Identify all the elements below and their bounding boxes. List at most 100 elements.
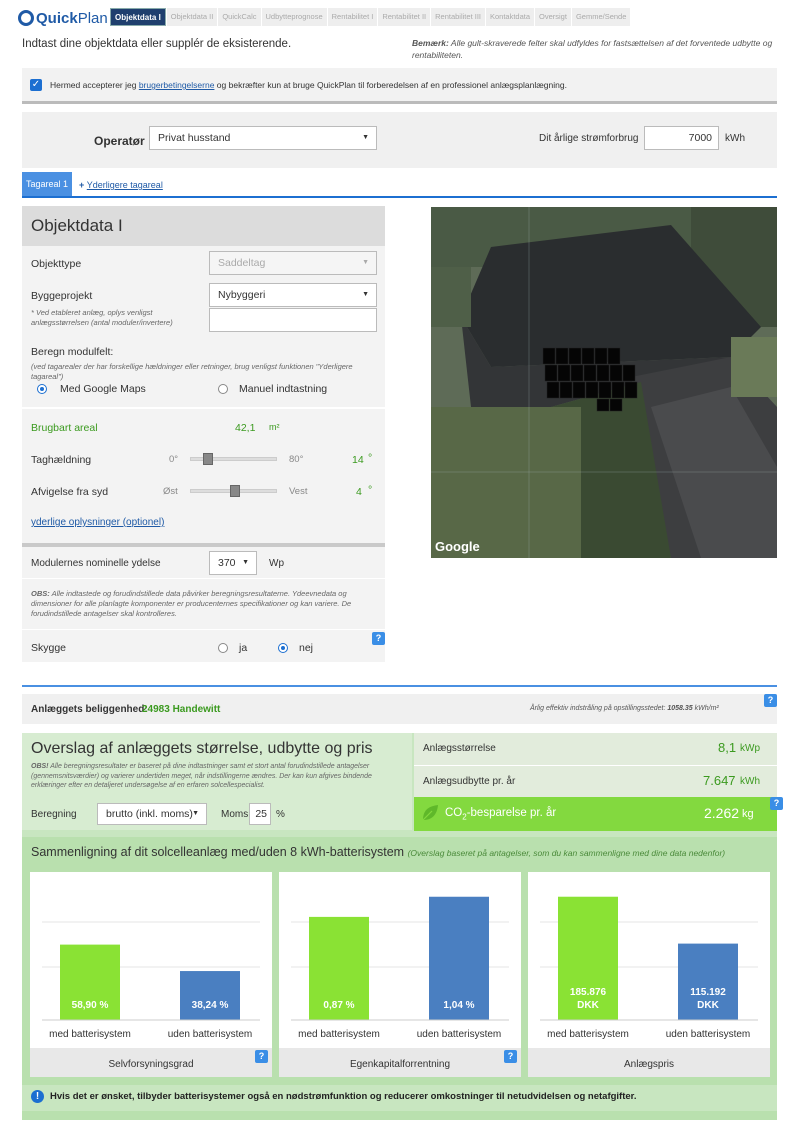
step-kontaktdata[interactable]: Kontaktdata [485,8,535,26]
logo-text: Plan [77,9,108,27]
help-icon[interactable]: ? [255,1050,268,1063]
vat-input[interactable]: 25 [249,803,271,825]
help-icon[interactable]: ? [372,632,385,645]
shadow-no-radio[interactable] [278,643,288,653]
tilt-slider-thumb[interactable] [203,453,214,465]
note-label: Bemærk: [412,38,449,48]
terms-link[interactable]: brugerbetingelserne [139,80,215,90]
category-label: uden batterisystem [168,1029,253,1040]
step-rentabilitet-2[interactable]: Rentabilitet II [378,8,431,26]
tilt-degree: ° [368,452,373,464]
obs-label: OBS: [31,589,50,598]
consumption-unit: kWh [725,133,745,144]
size-value: 8,1 [718,740,737,755]
power-label: Modulernes nominelle ydelse [31,558,161,569]
logo-q-icon [18,10,34,26]
quickplan-logo[interactable]: Quick Plan [18,8,118,28]
chart-egenkapital: 0,87 % med batterisystem 1,04 % uden batter… [279,872,521,1077]
google-maps-label: Med Google Maps [60,383,146,395]
section-divider [22,685,777,687]
calc-select[interactable]: brutto (inkl. moms) ▼ [97,803,207,825]
divider [22,407,385,409]
area-label: Brugbart areal [31,422,98,434]
shadow-yes-radio[interactable] [218,643,228,653]
power-select[interactable]: 370 ▼ [209,551,257,575]
add-roof-link[interactable]: + Yderligere tagareal [79,180,163,190]
more-info-link[interactable]: yderlige oplysninger (optionel) [31,517,164,528]
chart-title: Egenkapitalforrentning [279,1048,521,1077]
consumption-input[interactable]: 7000 [644,126,719,150]
chart-svg: 0,87 % med batterisystem 1,04 % uden batter… [291,896,509,1040]
help-icon[interactable]: ? [770,797,783,810]
help-icon[interactable]: ? [504,1050,517,1063]
manual-entry-radio[interactable] [218,384,228,394]
tilt-max: 80° [289,454,304,465]
tab-tagareal-1[interactable]: Tagareal 1 [22,172,72,196]
byggeprojekt-value: Nybyggeri [218,289,266,301]
chart-bar [180,971,240,1020]
shadow-no-label: nej [299,642,314,654]
co2-prefix: CO [445,807,463,819]
step-gemme-sende[interactable]: Gemme/Sende [571,8,631,26]
irradiance-value: 1058.35 [667,705,693,712]
location-value: 24983 Handewitt [142,704,221,715]
operator-value: Privat husstand [158,132,231,144]
yield-value: 7.647 [703,773,736,788]
step-rentabilitet-3[interactable]: Rentabilitet III [431,8,485,26]
bar-value-label: 1,04 % [443,1000,474,1011]
irradiance-unit: kWh/m² [694,705,719,712]
byggeprojekt-label: Byggeprojekt [31,290,93,302]
caret-icon: ▼ [192,810,199,817]
leaf-icon [422,805,438,821]
comparison-title-text: Sammenligning af dit solcelleanlæg med/u… [31,845,405,859]
tilt-label: Taghældning [31,454,92,466]
plus-icon: + [79,180,87,190]
step-udbytteprognose[interactable]: Udbytteprognose [261,8,327,26]
bar-value-label: 58,90 % [72,1000,109,1011]
step-objektdata-2[interactable]: Objektdata II [166,8,218,26]
step-objektdata-1[interactable]: Objektdata I [110,8,166,26]
irradiance-text: Årlig effektiv indstråling på opstilling… [530,705,719,712]
google-maps-radio[interactable] [37,384,47,394]
divider [22,629,385,630]
operator-select[interactable]: Privat husstand ▼ [149,126,377,150]
irradiance-label: Årlig effektiv indstråling på opstilling… [530,705,666,712]
vat-unit: % [276,809,285,820]
category-label: med batterisystem [49,1029,131,1040]
chart-anlaegspris: 185.876 DKK med batterisystem 115.192 DKK ude… [528,872,770,1077]
azimuth-slider-thumb[interactable] [230,485,241,497]
kpi-yield-row: Anlægsudbytte pr. år 7.647 kWh [414,765,777,797]
terms-text: Hermed accepterer jeg brugerbetingelsern… [50,80,567,90]
satellite-map[interactable]: Google [431,207,777,558]
location-label: Anlæggets beliggenhed: [31,704,148,715]
logo-text-bold: Quick [36,9,78,27]
caret-icon: ▼ [362,134,369,141]
step-quickcalc[interactable]: QuickCalc [218,8,261,26]
byggeprojekt-select[interactable]: Nybyggeri ▼ [209,283,377,307]
bar-value-label: DKK [697,1000,719,1011]
step-oversigt[interactable]: Oversigt [535,8,571,26]
estimate-obs-label: OBS! [31,763,49,770]
satellite-image [431,207,777,558]
estimate-obs: OBS! Alle beregningsresultater er basere… [31,762,403,791]
obs-text: OBS: Alle indtastede og forudindstillede… [31,589,366,619]
azimuth-min: Øst [163,486,178,497]
step-rentabilitet-1[interactable]: Rentabilitet I [327,8,378,26]
help-icon[interactable]: ? [764,694,777,707]
existing-plant-input[interactable] [209,308,377,332]
google-logo: Google [435,539,480,554]
category-label: uden batterisystem [666,1029,751,1040]
battery-info: ! Hvis det er ønsket, tilbyder batterisy… [22,1085,777,1111]
bar-value-label: 0,87 % [323,1000,354,1011]
info-icon: ! [31,1090,44,1103]
azimuth-label: Afvigelse fra syd [31,486,109,498]
category-label: med batterisystem [298,1029,380,1040]
objekttype-select[interactable]: Saddeltag ▼ [209,251,377,275]
chart-svg: 58,90 % med batterisystem 38,24 % uden batt… [42,921,260,1040]
caret-icon: ▼ [242,559,249,566]
azimuth-value: 4 [356,486,362,498]
consumption-label: Dit årlige strømforbrug [539,133,639,144]
chart-title: Anlægspris [528,1048,770,1077]
terms-checkbox[interactable]: ✓ [30,79,42,91]
area-unit: m² [269,422,280,432]
